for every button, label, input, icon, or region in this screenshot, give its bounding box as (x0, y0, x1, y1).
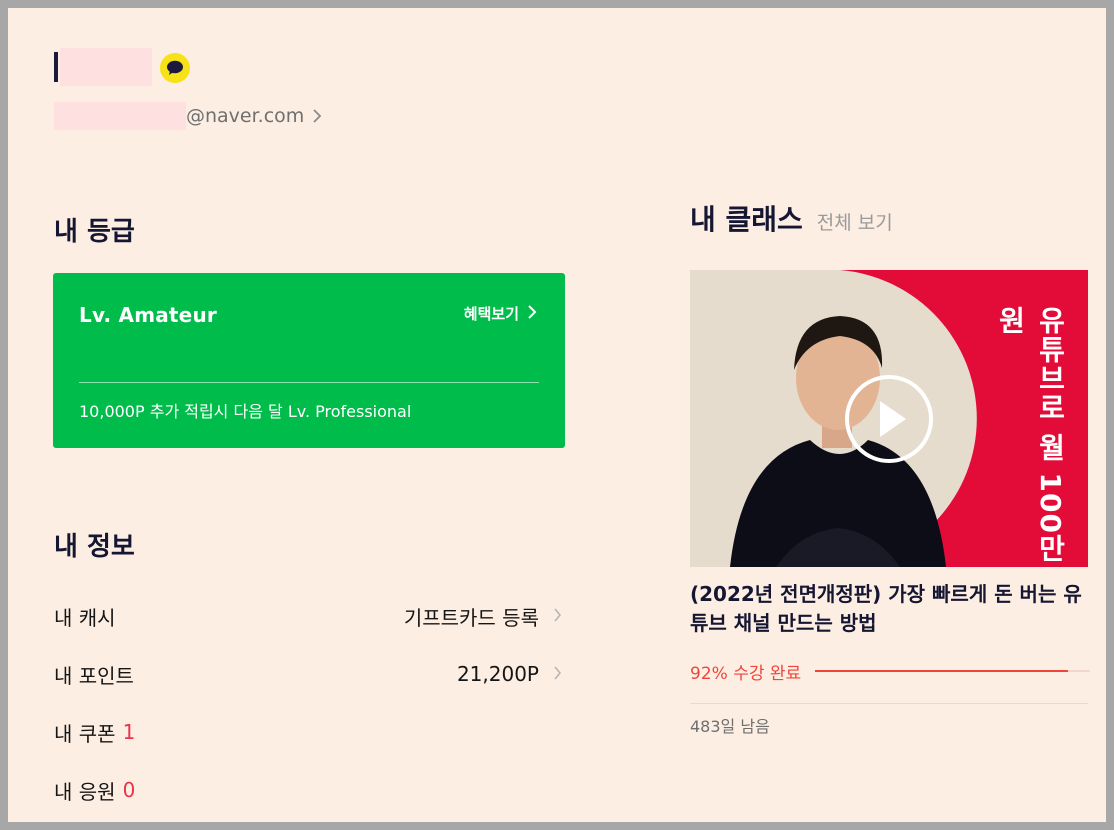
thumbnail-caption: 유튜브로 월 100만원 (994, 306, 1067, 563)
days-remaining: 483일 남음 (690, 717, 770, 736)
progress-fill (815, 670, 1068, 672)
my-points-label: 내 포인트 (54, 663, 134, 688)
course-thumbnail[interactable]: 유튜브로 월 100만원 (690, 270, 1088, 567)
my-support-row[interactable]: 내 응원 0 (54, 775, 562, 805)
redacted-name (60, 48, 152, 86)
grade-upgrade-note: 10,000P 추가 적립시 다음 달 Lv. Professional (79, 402, 412, 421)
info-section-title: 내 정보 (54, 532, 135, 562)
benefits-link[interactable]: 혜택보기 (464, 303, 537, 324)
redacted-email (54, 102, 186, 130)
classes-header: 내 클래스 전체 보기 (690, 198, 893, 238)
gift-card-register-link[interactable]: 기프트카드 등록 (404, 602, 562, 631)
grade-card: Lv. Amateur 혜택보기 10,000P 추가 적립시 다음 달 Lv.… (53, 273, 565, 448)
progress-track (815, 670, 1090, 672)
gift-card-register-label: 기프트카드 등록 (403, 605, 539, 630)
course-progress: 92% 수강 완료 (690, 659, 1090, 684)
kakao-icon (160, 53, 190, 83)
my-coupons-label: 내 쿠폰 (54, 721, 116, 746)
progress-label: 92% 수강 완료 (690, 663, 802, 684)
chevron-right-icon (553, 604, 562, 628)
profile-page: @naver.com 내 등급 Lv. Amateur 혜택보기 10,000P… (8, 8, 1106, 822)
name-text-fragment (54, 52, 58, 82)
chevron-right-icon (527, 304, 537, 324)
view-all-classes-link[interactable]: 전체 보기 (817, 208, 893, 235)
support-count: 0 (122, 778, 136, 802)
play-icon[interactable] (845, 375, 933, 463)
benefits-link-label: 혜택보기 (463, 305, 519, 323)
my-cash-row: 내 캐시 기프트카드 등록 (54, 601, 562, 631)
grade-level: Lv. Amateur (79, 303, 217, 327)
grade-section-title: 내 등급 (54, 217, 135, 247)
chevron-right-icon (312, 108, 322, 124)
my-coupons-row[interactable]: 내 쿠폰 1 (54, 717, 562, 747)
my-support-label: 내 응원 (54, 779, 116, 804)
coupon-count: 1 (122, 720, 136, 744)
my-points-row: 내 포인트 21,200P (54, 659, 562, 689)
course-title[interactable]: (2022년 전면개정판) 가장 빠르게 돈 버는 유튜브 채널 만드는 방법 (690, 580, 1090, 638)
course-divider (690, 703, 1088, 704)
points-link[interactable]: 21,200P (457, 662, 562, 686)
chevron-right-icon (553, 662, 562, 686)
account-email-link[interactable]: @naver.com (54, 100, 322, 132)
grade-divider (79, 382, 539, 383)
points-value: 21,200P (456, 662, 539, 686)
classes-section-title: 내 클래스 (690, 203, 803, 236)
email-domain: @naver.com (186, 105, 305, 127)
my-cash-label: 내 캐시 (54, 605, 116, 630)
